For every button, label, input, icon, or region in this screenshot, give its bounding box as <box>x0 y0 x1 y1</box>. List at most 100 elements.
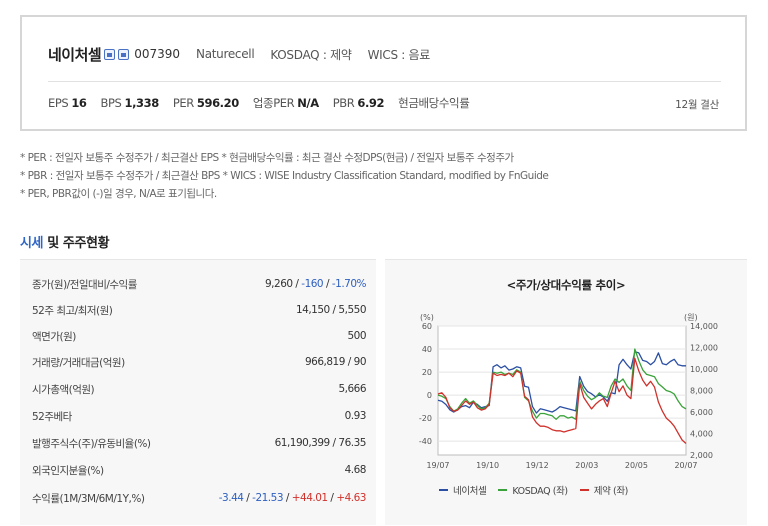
left-axis-unit: (%) <box>420 313 434 322</box>
stat-label: 종가(원)/전일대비/수익률 <box>32 278 137 291</box>
stat-row-returns: 수익률(1M/3M/6M/1Y,%) -3.44 / -21.53 / +44.… <box>20 485 376 511</box>
stat-value-returns: -3.44 / -21.53 / +44.01 / +4.63 <box>218 492 367 504</box>
metric-value: 1,338 <box>124 96 159 110</box>
chart-legend: 네이처셀 KOSDAQ (좌) 제약 (좌) <box>439 483 640 497</box>
stat-label: 액면가(원) <box>32 330 76 343</box>
metric-value: N/A <box>297 96 319 110</box>
left-tick-label: 0 <box>427 391 432 400</box>
metric-dividend-yield: 현금배당수익률 <box>398 95 472 111</box>
price-change-rate: -1.70% <box>331 278 367 290</box>
company-ir-icon[interactable] <box>118 48 130 60</box>
right-tick-label: 8,000 <box>690 387 713 396</box>
section-title-rest: 및 주주현황 <box>43 236 110 251</box>
price-change: -160 <box>301 278 324 290</box>
x-tick-label: 20/05 <box>625 461 648 470</box>
legend-swatch <box>498 489 508 491</box>
metric-row: EPS 16 BPS 1,338 PER 596.20 업종PER N/A PBR 6.9… <box>48 95 486 111</box>
metric-label: EPS <box>48 96 69 110</box>
left-tick-label: -40 <box>419 437 432 446</box>
price-value: 9,260 <box>265 278 293 290</box>
legend-item-pharma: 제약 (좌) <box>579 483 629 497</box>
footnote-negative: * PER, PBR값이 (-)일 경우, N/A로 표기됩니다. <box>20 188 217 200</box>
x-tick-label: 19/07 <box>426 461 449 470</box>
x-tick-label: 19/12 <box>526 461 549 470</box>
stat-value: 4.68 <box>344 464 367 476</box>
right-tick-label: 10,000 <box>690 365 718 374</box>
x-tick-label: 20/03 <box>575 461 598 470</box>
metric-label: 업종PER <box>252 96 295 110</box>
stat-label: 외국인지분율(%) <box>32 464 104 477</box>
footnotes: * PER : 전일자 보통주 수정주가 / 최근결산 EPS * 현금배당수익… <box>20 149 549 203</box>
stat-row: 52주 최고/최저(원) 14,150 / 5,550 <box>20 297 376 323</box>
return-3m: -21.53 <box>252 492 284 504</box>
left-tick-label: 40 <box>422 345 432 354</box>
price-stats-table: 종가(원)/전일대비/수익률 9,260 / -160 / -1.70% 52주… <box>20 259 376 525</box>
stat-row: 52주베타 0.93 <box>20 403 376 429</box>
footnote-per: * PER : 전일자 보통주 수정주가 / 최근결산 EPS * 현금배당수익… <box>20 152 514 164</box>
company-wics: WICS : 음료 <box>367 47 431 62</box>
metric-label: 현금배당수익률 <box>398 96 470 110</box>
metric-label: BPS <box>100 96 122 110</box>
company-title-row: 네이처셀 007390 Naturecell KOSDAQ : 제약 WICS … <box>48 44 430 64</box>
stat-row: 액면가(원) 500 <box>20 323 376 349</box>
return-6m: +44.01 <box>291 492 328 504</box>
company-market: KOSDAQ : 제약 <box>270 47 352 62</box>
stat-label: 시가총액(억원) <box>32 383 95 396</box>
x-tick-label: 19/10 <box>476 461 499 470</box>
stat-label: 수익률(1M/3M/6M/1Y,%) <box>32 492 145 505</box>
stat-label: 52주 최고/최저(원) <box>32 304 113 317</box>
x-tick-label: 20/07 <box>674 461 697 470</box>
company-english-name: Naturecell <box>196 47 255 61</box>
stat-value: 0.93 <box>344 410 367 422</box>
company-code: 007390 <box>134 47 181 61</box>
legend-item-kosdaq: KOSDAQ (좌) <box>498 483 568 497</box>
right-tick-label: 2,000 <box>690 451 713 460</box>
legend-item-stock: 네이처셀 <box>439 483 487 497</box>
legend-swatch <box>579 489 589 491</box>
left-tick-label: -20 <box>419 414 432 423</box>
company-divider <box>48 81 721 82</box>
return-1m: -3.44 <box>218 492 244 504</box>
stat-value: 966,819 / 90 <box>305 356 367 368</box>
stat-row: 시가총액(억원) 5,666 <box>20 376 376 402</box>
metric-label: PER <box>172 96 194 110</box>
plot-area <box>437 325 687 456</box>
stat-value: 61,190,399 / 76.35 <box>274 437 367 449</box>
right-tick-label: 6,000 <box>690 408 713 417</box>
return-1y: +4.63 <box>336 492 366 504</box>
metric-bps: BPS 1,338 <box>100 96 160 110</box>
stat-value-price: 9,260 / -160 / -1.70% <box>265 278 367 290</box>
metric-per: PER 596.20 <box>173 96 239 110</box>
right-tick-label: 4,000 <box>690 430 713 439</box>
stat-value: 5,666 <box>338 383 366 395</box>
stat-row: 거래량/거래대금(억원) 966,819 / 90 <box>20 349 376 375</box>
company-home-icon[interactable] <box>104 48 116 60</box>
legend-label: 제약 (좌) <box>593 486 629 497</box>
metric-value: 6.92 <box>357 96 385 110</box>
metric-value: 16 <box>71 96 87 110</box>
metric-label: PBR <box>332 96 355 110</box>
stat-row: 발행주식수(주)/유동비율(%) 61,190,399 / 76.35 <box>20 430 376 456</box>
left-tick-label: 20 <box>422 368 432 377</box>
right-tick-label: 14,000 <box>690 322 718 331</box>
stat-row-price: 종가(원)/전일대비/수익률 9,260 / -160 / -1.70% <box>20 271 376 297</box>
metric-pbr: PBR 6.92 <box>332 96 385 110</box>
legend-swatch <box>439 489 448 491</box>
right-tick-label: 12,000 <box>690 344 718 353</box>
footnote-pbr: * PBR : 전일자 보통주 수정주가 / 최근결산 BPS * WICS :… <box>20 170 549 182</box>
settlement-month: 12월 결산 <box>675 99 719 111</box>
section-title: 시세 및 주주현황 <box>20 232 110 251</box>
company-name: 네이처셀 <box>48 45 102 64</box>
stat-label: 발행주식수(주)/유동비율(%) <box>32 437 151 450</box>
legend-label: 네이처셀 <box>453 486 487 497</box>
stat-value: 14,150 / 5,550 <box>295 304 367 316</box>
stat-value: 500 <box>347 330 366 342</box>
metric-value: 596.20 <box>196 96 239 110</box>
legend-label: KOSDAQ (좌) <box>512 486 568 497</box>
section-title-accent: 시세 <box>20 236 44 251</box>
left-tick-label: 60 <box>422 322 432 331</box>
stat-label: 52주베타 <box>32 410 72 423</box>
company-summary-box: 네이처셀 007390 Naturecell KOSDAQ : 제약 WICS … <box>20 15 747 131</box>
chart-panel: <주가/상대수익률 추이> 60 40 20 0 -20 -40 14,000 12,000 1… <box>385 259 747 525</box>
metric-eps: EPS 16 <box>48 96 87 110</box>
